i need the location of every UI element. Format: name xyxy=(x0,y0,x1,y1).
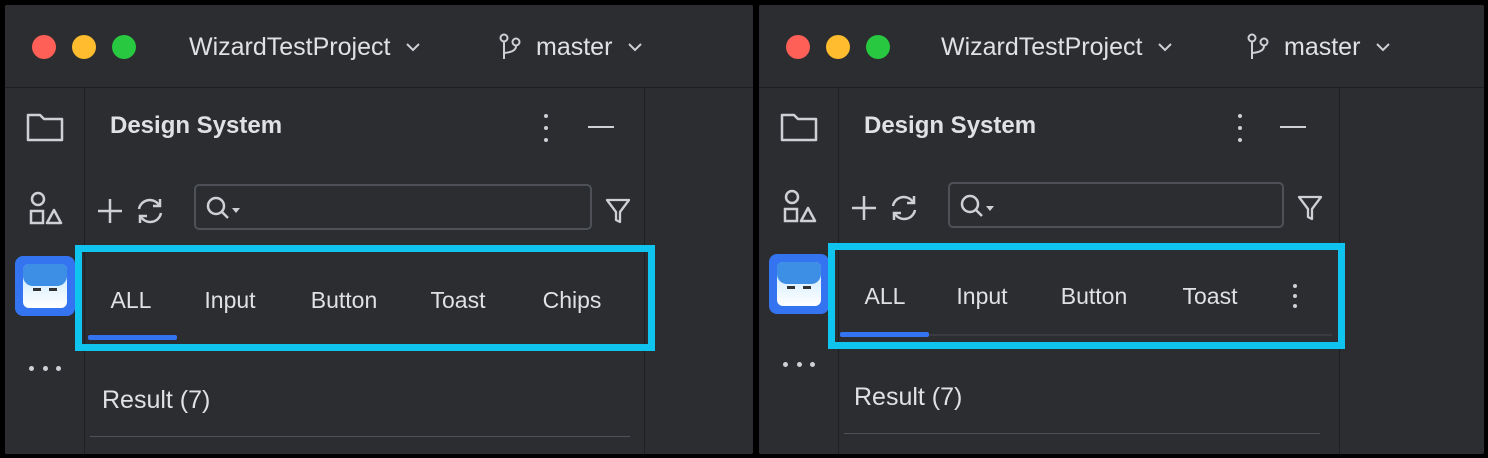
branch-name: master xyxy=(536,32,613,61)
chevron-down-icon xyxy=(406,43,421,52)
filter-button[interactable] xyxy=(602,195,634,227)
project-name: WizardTestProject xyxy=(941,32,1143,61)
refresh-icon xyxy=(137,198,163,224)
shapes-icon xyxy=(783,189,817,223)
avatar-eye xyxy=(49,288,57,291)
tool-window-title: Design System xyxy=(864,112,1037,139)
avatar-eye xyxy=(803,286,811,289)
chevron-down-icon xyxy=(1158,43,1173,52)
highlight-box xyxy=(75,245,655,351)
more-vertical-icon[interactable] xyxy=(542,114,550,142)
filter-icon xyxy=(605,198,631,224)
structure-tool-button[interactable] xyxy=(25,188,65,228)
avatar-eye xyxy=(33,288,41,291)
plus-icon xyxy=(98,199,122,223)
search-input[interactable] xyxy=(194,184,592,230)
result-divider xyxy=(844,433,1320,434)
avatar-hair xyxy=(777,262,821,284)
tool-window-stripe xyxy=(5,88,85,454)
folder-icon xyxy=(26,113,64,142)
add-button[interactable] xyxy=(848,192,880,224)
search-icon xyxy=(960,194,994,217)
ide-window-right: WizardTestProject master Design System A… xyxy=(759,5,1484,454)
more-vertical-icon[interactable] xyxy=(1236,114,1244,142)
zoom-window-button[interactable] xyxy=(112,35,136,59)
branch-icon xyxy=(1247,33,1269,59)
plus-icon xyxy=(852,196,876,220)
chevron-down-icon xyxy=(1376,43,1391,52)
add-button[interactable] xyxy=(94,195,126,227)
avatar-hair xyxy=(23,264,67,286)
shapes-icon xyxy=(29,191,63,225)
minimize-icon[interactable] xyxy=(588,126,614,128)
result-divider xyxy=(90,436,630,437)
project-tool-button[interactable] xyxy=(779,106,819,146)
ide-window-left: WizardTestProject master Design System A… xyxy=(5,5,753,454)
project-name: WizardTestProject xyxy=(189,32,391,61)
title-bar: WizardTestProject master xyxy=(759,5,1484,87)
branch-selector[interactable]: master xyxy=(1246,29,1391,65)
search-icon xyxy=(206,196,240,219)
avatar-eye xyxy=(787,286,795,289)
filter-button[interactable] xyxy=(1294,192,1326,224)
branch-selector[interactable]: master xyxy=(498,29,643,65)
tool-window-title: Design System xyxy=(110,112,283,139)
project-tool-button[interactable] xyxy=(25,106,65,146)
minimize-icon[interactable] xyxy=(1280,126,1306,128)
project-selector[interactable]: WizardTestProject xyxy=(941,29,1173,65)
close-window-button[interactable] xyxy=(32,35,56,59)
refresh-button[interactable] xyxy=(134,195,166,227)
close-window-button[interactable] xyxy=(786,35,810,59)
minimize-window-button[interactable] xyxy=(826,35,850,59)
refresh-icon xyxy=(891,195,917,221)
chevron-down-icon xyxy=(628,43,643,52)
highlight-box xyxy=(828,243,1345,349)
minimize-window-button[interactable] xyxy=(72,35,96,59)
design-system-tool-button[interactable] xyxy=(15,256,75,316)
folder-icon xyxy=(780,113,818,142)
more-horizontal-icon[interactable] xyxy=(779,354,819,374)
branch-icon xyxy=(499,33,521,59)
search-input[interactable] xyxy=(948,182,1284,228)
refresh-button[interactable] xyxy=(888,192,920,224)
filter-icon xyxy=(1297,195,1323,221)
more-horizontal-icon[interactable] xyxy=(25,358,65,378)
structure-tool-button[interactable] xyxy=(779,186,819,226)
zoom-window-button[interactable] xyxy=(866,35,890,59)
project-selector[interactable]: WizardTestProject xyxy=(189,29,421,65)
result-header: Result (7) xyxy=(854,383,963,411)
title-bar: WizardTestProject master xyxy=(5,5,753,87)
tool-window-stripe xyxy=(759,88,839,454)
branch-name: master xyxy=(1284,32,1361,61)
result-header: Result (7) xyxy=(102,386,211,414)
design-system-tool-button[interactable] xyxy=(769,254,829,314)
